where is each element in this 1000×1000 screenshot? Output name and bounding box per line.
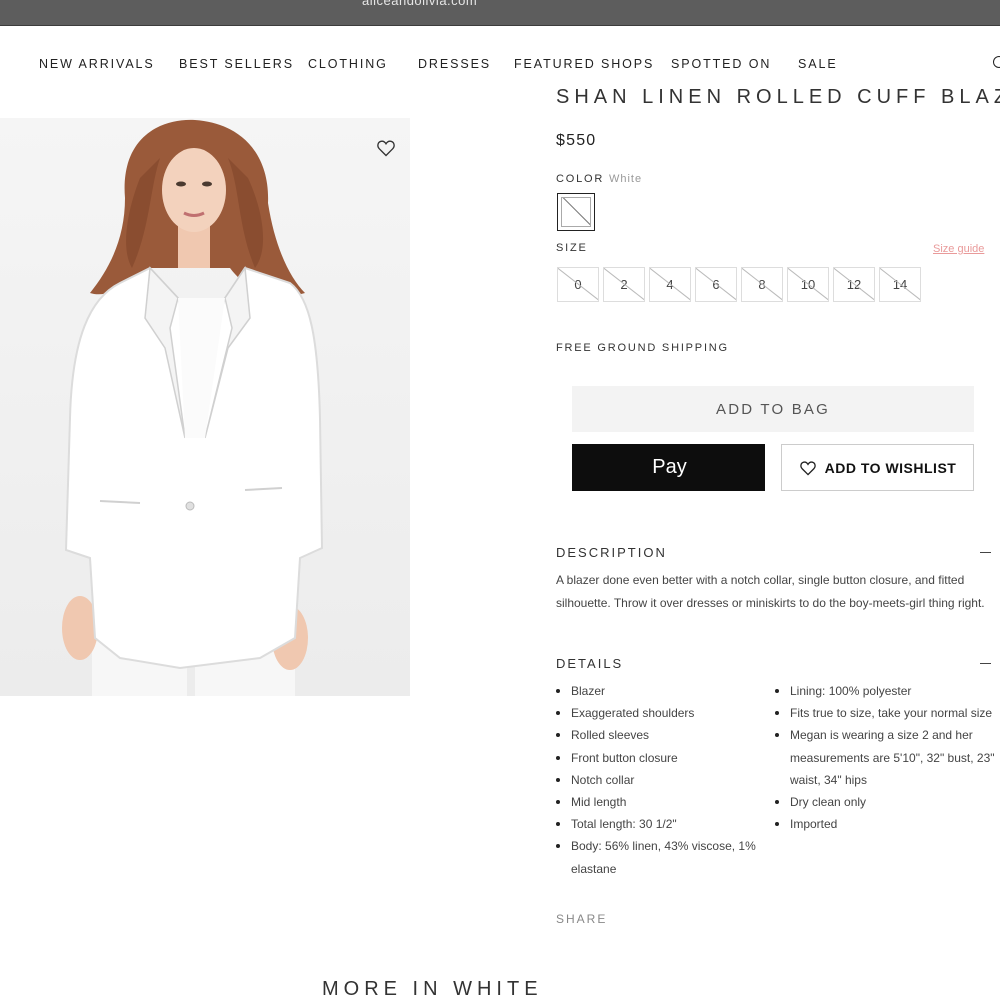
- size-option[interactable]: 8: [741, 267, 783, 302]
- size-option[interactable]: 0: [557, 267, 599, 302]
- list-item: Blazer: [556, 680, 766, 702]
- product-image[interactable]: [0, 118, 410, 696]
- list-item: Rolled sleeves: [556, 724, 766, 746]
- size-options: 0 2 4 6 8 10 12 14: [557, 267, 925, 302]
- list-item: Imported: [775, 813, 995, 835]
- browser-address-bar[interactable]: aliceandolivia.com: [0, 0, 1000, 26]
- description-heading[interactable]: DESCRIPTION: [556, 545, 667, 560]
- size-label: SIZE: [556, 242, 588, 254]
- apple-pay-label: Pay: [652, 456, 687, 478]
- nav-dresses[interactable]: DRESSES: [418, 57, 491, 71]
- list-item: Dry clean only: [775, 791, 995, 813]
- apple-pay-button[interactable]: Pay: [572, 444, 765, 491]
- more-in-white-heading: MORE IN WHITE: [322, 978, 543, 1000]
- size-option[interactable]: 6: [695, 267, 737, 302]
- add-to-wishlist-button[interactable]: ADD TO WISHLIST: [781, 444, 974, 491]
- details-list-left: Blazer Exaggerated shoulders Rolled slee…: [556, 680, 766, 880]
- color-label: COLOR: [556, 173, 605, 185]
- size-option[interactable]: 12: [833, 267, 875, 302]
- collapse-minus-icon[interactable]: [980, 663, 991, 664]
- nav-spotted-on[interactable]: SPOTTED ON: [671, 57, 771, 71]
- add-to-wishlist-label: ADD TO WISHLIST: [824, 459, 957, 476]
- swatch-fill: [561, 197, 591, 227]
- color-label-row: COLOR White: [556, 173, 642, 185]
- shipping-note: FREE GROUND SHIPPING: [556, 342, 729, 354]
- size-option[interactable]: 2: [603, 267, 645, 302]
- list-item: Mid length: [556, 791, 766, 813]
- nav-best-sellers[interactable]: BEST SELLERS: [179, 57, 294, 71]
- nav-sale[interactable]: SALE: [798, 57, 838, 71]
- size-option[interactable]: 14: [879, 267, 921, 302]
- product-price: $550: [556, 132, 597, 149]
- color-swatch-white[interactable]: [557, 193, 595, 231]
- size-guide-link[interactable]: Size guide: [933, 243, 984, 255]
- model-illustration: [62, 119, 324, 696]
- add-to-bag-button[interactable]: ADD TO BAG: [572, 386, 974, 432]
- list-item: Lining: 100% polyester: [775, 680, 995, 702]
- details-heading[interactable]: DETAILS: [556, 656, 623, 671]
- collapse-minus-icon[interactable]: [980, 552, 991, 553]
- heart-icon: [799, 460, 816, 475]
- details-list-right: Lining: 100% polyester Fits true to size…: [775, 680, 995, 835]
- share-link[interactable]: SHARE: [556, 912, 607, 926]
- list-item: Notch collar: [556, 769, 766, 791]
- size-option[interactable]: 10: [787, 267, 829, 302]
- description-text: A blazer done even better with a notch c…: [556, 573, 985, 610]
- url-text[interactable]: aliceandolivia.com: [362, 0, 477, 8]
- color-value: White: [608, 173, 643, 185]
- list-item: Body: 56% linen, 43% viscose, 1% elastan…: [556, 835, 766, 879]
- product-title: SHAN LINEN ROLLED CUFF BLAZER: [556, 86, 1000, 108]
- size-option[interactable]: 4: [649, 267, 691, 302]
- search-icon[interactable]: [993, 56, 1000, 68]
- favorite-heart-icon[interactable]: [376, 138, 396, 158]
- nav-clothing[interactable]: CLOTHING: [308, 57, 388, 71]
- nav-featured-shops[interactable]: FEATURED SHOPS: [514, 57, 654, 71]
- list-item: Total length: 30 1/2": [556, 813, 766, 835]
- nav-new-arrivals[interactable]: NEW ARRIVALS: [39, 57, 155, 71]
- list-item: Exaggerated shoulders: [556, 702, 766, 724]
- list-item: Fits true to size, take your normal size: [775, 702, 995, 724]
- list-item: Megan is wearing a size 2 and her measur…: [775, 724, 995, 791]
- list-item: Front button closure: [556, 747, 766, 769]
